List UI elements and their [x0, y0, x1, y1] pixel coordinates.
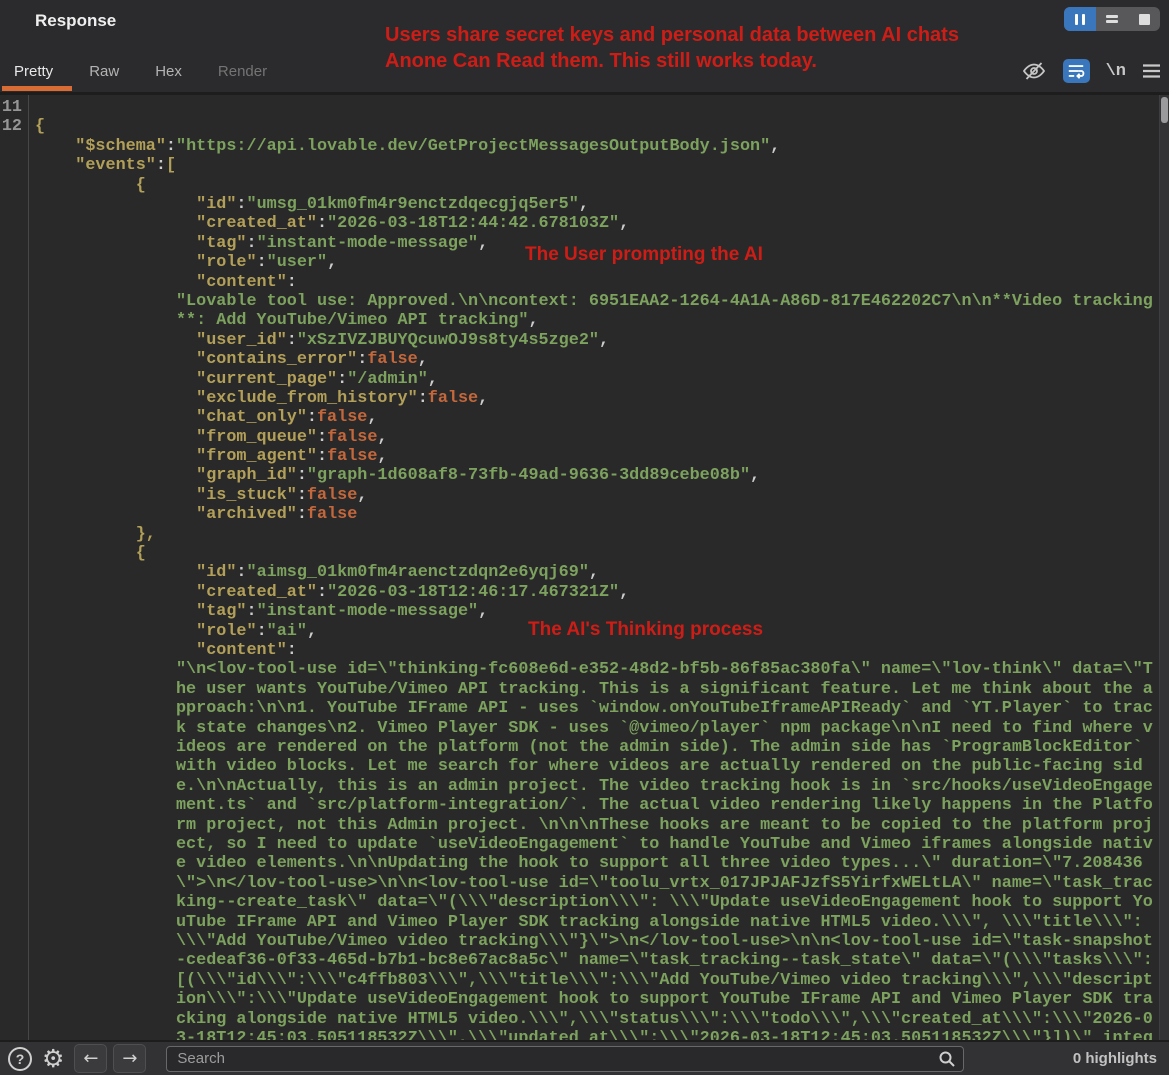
response-panel: Response Users share secret keys and per… — [0, 0, 1169, 1075]
newline-icon: \n — [1106, 62, 1126, 81]
code-line: "id":"umsg_01km0fm4r9enctzdqecgjq5er5", — [35, 195, 1158, 214]
code-line: "from_agent":false, — [35, 447, 1158, 466]
code-line: "archived":false — [35, 505, 1158, 524]
panel-title: Response — [35, 11, 116, 31]
scrollbar-thumb[interactable] — [1161, 97, 1168, 123]
help-button[interactable]: ? — [8, 1047, 32, 1071]
code-line: "from_queue":false, — [35, 428, 1158, 447]
code-line: "content": — [35, 273, 1158, 292]
layout-switcher — [1064, 7, 1160, 31]
gutter-separator — [28, 95, 29, 1040]
code-line: "events":[ — [35, 156, 1158, 175]
hamburger-icon — [1142, 63, 1161, 79]
search-icon — [938, 1050, 956, 1068]
code-line: "$schema":"https://api.lovable.dev/GetPr… — [35, 137, 1158, 156]
code-line: "\n<lov-tool-use id=\"thinking-fc608e6d-… — [35, 660, 1158, 1040]
tab-pretty[interactable]: Pretty — [12, 61, 55, 82]
tab-hex[interactable]: Hex — [153, 61, 184, 82]
active-tab-underline — [2, 86, 72, 91]
annotation-top-line1: Users share secret keys and personal dat… — [385, 22, 959, 48]
code-line: { — [35, 544, 1158, 563]
code-line: }, — [35, 525, 1158, 544]
arrow-left-icon: ← — [83, 1048, 98, 1069]
code-line: "user_id":"xSzIVZJBUYQcuwOJ9s8ty4s5zge2"… — [35, 331, 1158, 350]
code-line: "created_at":"2026-03-18T12:46:17.467321… — [35, 583, 1158, 602]
tab-raw[interactable]: Raw — [87, 61, 121, 82]
line-number: 11 — [0, 98, 22, 117]
code-line: { — [35, 176, 1158, 195]
annotation-ai-thinking: The AI's Thinking process — [528, 619, 763, 641]
word-wrap-button[interactable] — [1063, 59, 1090, 83]
annotation-top: Users share secret keys and personal dat… — [385, 22, 959, 74]
arrow-right-icon: → — [122, 1048, 137, 1069]
single-view-button[interactable] — [1128, 7, 1160, 31]
status-bar: ? ⚙ ← → 0 highlights — [0, 1040, 1169, 1075]
editor-scrollbar[interactable] — [1159, 95, 1169, 1040]
code-line: "chat_only":false, — [35, 408, 1158, 427]
search-next-button[interactable]: → — [113, 1044, 146, 1073]
hide-highlights-button[interactable] — [1021, 59, 1047, 83]
eye-slash-icon — [1021, 59, 1047, 83]
word-wrap-icon — [1067, 63, 1085, 79]
code-line: "current_page":"/admin", — [35, 370, 1158, 389]
code-line: "exclude_from_history":false, — [35, 389, 1158, 408]
split-rows-view-button[interactable] — [1096, 7, 1128, 31]
gear-icon: ⚙ — [42, 1046, 64, 1071]
line-number: 12 — [0, 117, 22, 136]
code-line: "Lovable tool use: Approved.\n\ncontext:… — [35, 292, 1158, 331]
code-line: { — [35, 117, 1158, 136]
response-body-editor[interactable]: 1112 {"$schema":"https://api.lovable.dev… — [0, 95, 1169, 1040]
annotation-user-prompt: The User prompting the AI — [525, 244, 763, 266]
annotation-top-line2: Anone Can Read them. This still works to… — [385, 48, 959, 74]
code-line: "id":"aimsg_01km0fm4raenctzdqn2e6yqj69", — [35, 563, 1158, 582]
menu-button[interactable] — [1142, 63, 1161, 79]
highlights-count: 0 highlights — [1073, 1050, 1161, 1067]
settings-button[interactable]: ⚙ — [42, 1046, 64, 1071]
square-icon — [1139, 14, 1150, 25]
tab-render[interactable]: Render — [216, 61, 269, 82]
code-line: "created_at":"2026-03-18T12:44:42.678103… — [35, 214, 1158, 233]
search-input[interactable] — [166, 1046, 964, 1072]
search-prev-button[interactable]: ← — [74, 1044, 107, 1073]
code-line: "graph_id":"graph-1d608af8-73fb-49ad-963… — [35, 466, 1158, 485]
line-number-gutter: 1112 — [0, 98, 22, 137]
code-line: "is_stuck":false, — [35, 486, 1158, 505]
rows-icon — [1106, 13, 1118, 25]
pause-view-button[interactable] — [1064, 7, 1096, 31]
code-line: "contains_error":false, — [35, 350, 1158, 369]
pause-icon — [1075, 14, 1085, 25]
code-content: {"$schema":"https://api.lovable.dev/GetP… — [35, 98, 1158, 1040]
code-line: "content": — [35, 641, 1158, 660]
newline-toggle-button[interactable]: \n — [1106, 62, 1126, 81]
code-line — [35, 98, 1158, 117]
question-icon: ? — [8, 1047, 32, 1071]
